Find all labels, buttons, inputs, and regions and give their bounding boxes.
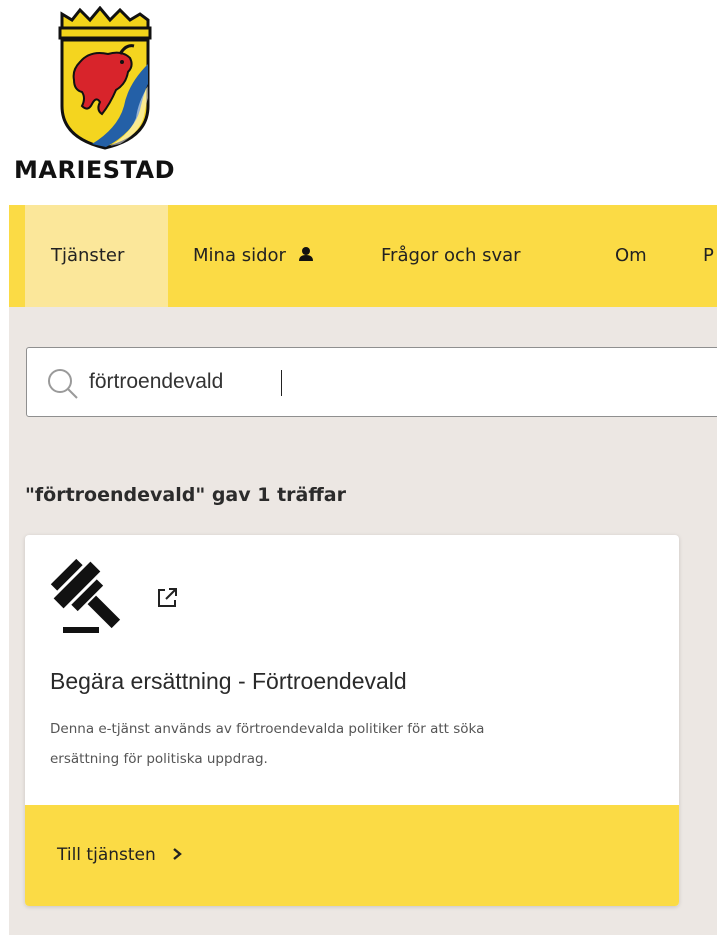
search-icon [48, 369, 78, 399]
nav-item-p[interactable]: P [703, 205, 714, 307]
search-box[interactable] [26, 347, 717, 417]
site-header: MARIESTAD [0, 0, 717, 205]
main-content: "förtroendevald" gav 1 träffar Begära er… [9, 307, 717, 935]
link-label: Till tjänsten [57, 845, 156, 865]
nav-item-mina-sidor[interactable]: Mina sidor [193, 205, 314, 307]
search-input[interactable] [89, 362, 689, 402]
nav-item-label: Om [615, 245, 647, 266]
result-card[interactable]: Begära ersättning - Förtroendevald Denna… [25, 535, 679, 906]
till-tjansten-link[interactable]: Till tjänsten [57, 805, 183, 906]
nav-item-label: P [703, 245, 714, 266]
text-caret [281, 370, 282, 396]
nav-item-label: Frågor och svar [381, 245, 521, 266]
card-title[interactable]: Begära ersättning - Förtroendevald [50, 668, 407, 695]
brand-name: MARIESTAD [14, 156, 176, 184]
nav-item-tjanster[interactable]: Tjänster [25, 205, 168, 307]
main-nav: Tjänster Mina sidor Frågor och svar Om P [9, 205, 717, 307]
card-description: Denna e-tjänst används av förtroendevald… [50, 714, 640, 774]
gavel-icon [50, 558, 121, 633]
nav-item-om[interactable]: Om [615, 205, 647, 307]
chevron-right-icon [173, 847, 183, 860]
coat-of-arms-icon [58, 6, 152, 150]
logo-link[interactable]: MARIESTAD [14, 6, 204, 196]
card-description-line: ersättning för politiska uppdrag. [50, 751, 268, 767]
nav-item-label: Tjänster [51, 245, 125, 266]
user-icon [298, 247, 313, 261]
nav-item-fragor-och-svar[interactable]: Frågor och svar [381, 205, 521, 307]
external-link-icon [158, 588, 177, 607]
card-description-line: Denna e-tjänst används av förtroendevald… [50, 721, 485, 737]
nav-item-label: Mina sidor [193, 245, 286, 266]
results-summary: "förtroendevald" gav 1 träffar [25, 484, 346, 506]
card-footer: Till tjänsten [25, 805, 679, 906]
